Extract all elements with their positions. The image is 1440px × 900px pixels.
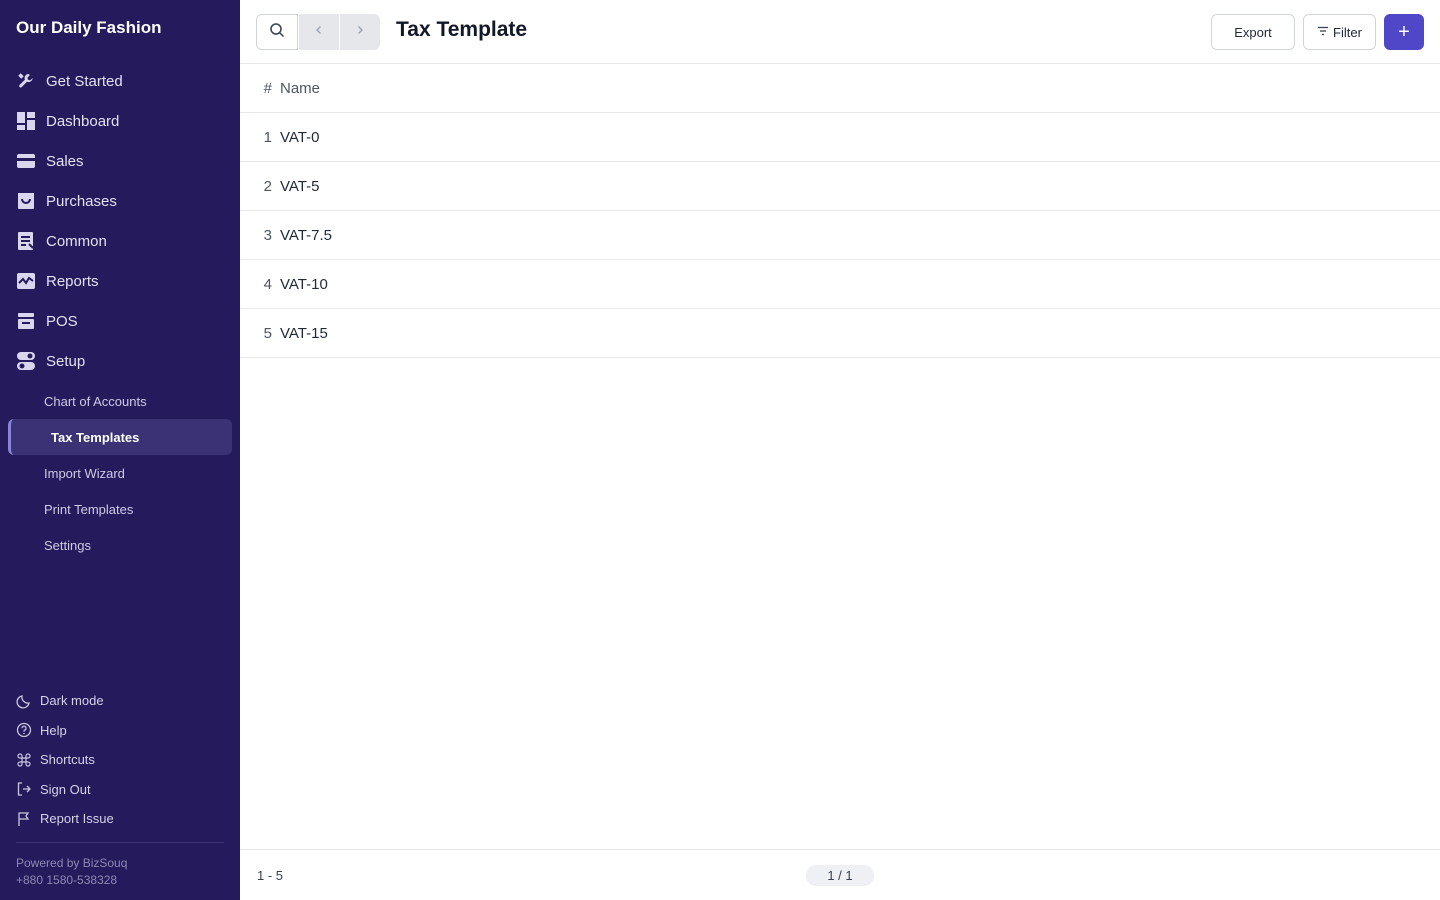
sign-out-label: Sign Out — [40, 781, 91, 797]
row-name: VAT-10 — [280, 275, 328, 293]
sidebar-item-label: Reports — [46, 272, 99, 290]
brand-name: Our Daily Fashion — [16, 18, 162, 37]
sign-out-icon — [16, 781, 32, 797]
table-footer: 1 - 5 1 / 1 — [240, 849, 1440, 900]
column-header-number: # — [263, 79, 272, 97]
help-circle-icon — [16, 722, 32, 738]
dashboard-icon — [16, 111, 36, 131]
powered-by-text: Powered by BizSouq — [16, 856, 128, 870]
back-button[interactable] — [299, 14, 339, 50]
purchases-icon — [16, 191, 36, 211]
sidebar-item-purchases[interactable]: Purchases — [0, 181, 240, 221]
record-count: 1 - 5 — [257, 868, 284, 883]
sidebar-item-get-started[interactable]: Get Started — [0, 61, 240, 101]
row-number: 1 — [263, 128, 272, 146]
sidebar-item-label: Get Started — [46, 72, 123, 90]
setup-toggle-icon — [16, 351, 36, 371]
row-name: VAT-0 — [280, 128, 320, 146]
sidebar-subitem-print-templates[interactable]: Print Templates — [0, 491, 240, 527]
sidebar-bottom-nav: Dark mode Help Shortcuts Sign Out Report… — [0, 686, 240, 834]
support-phone: +880 1580-538328 — [16, 873, 118, 887]
reports-icon — [16, 271, 36, 291]
report-issue-button[interactable]: Report Issue — [0, 804, 240, 834]
shortcuts-button[interactable]: Shortcuts — [0, 745, 240, 775]
chevron-right-icon — [354, 23, 366, 41]
row-name: VAT-15 — [280, 324, 328, 342]
tax-template-table: # Name 1 VAT-0 2 VAT-5 3 VAT-7.5 4 VAT-1… — [240, 64, 1440, 358]
sidebar-item-sales[interactable]: Sales — [0, 141, 240, 181]
row-number: 3 — [263, 226, 272, 244]
sidebar: Our Daily Fashion Get Started Dashboard … — [0, 0, 240, 900]
table-row[interactable]: 4 VAT-10 — [240, 260, 1440, 309]
shortcuts-label: Shortcuts — [40, 752, 95, 768]
sidebar-item-label: Purchases — [46, 192, 117, 210]
column-header-name: Name — [280, 79, 321, 97]
forward-button[interactable] — [340, 14, 380, 50]
sidebar-item-reports[interactable]: Reports — [0, 261, 240, 301]
search-button[interactable] — [256, 14, 298, 50]
sidebar-nav: Get Started Dashboard Sales Purchases Co… — [0, 61, 240, 563]
filter-icon — [1317, 25, 1333, 40]
help-button[interactable]: Help — [0, 716, 240, 746]
common-icon — [16, 231, 36, 251]
table-header-row: # Name — [240, 64, 1440, 113]
powered-by: Powered by BizSouq +880 1580-538328 — [16, 855, 127, 889]
page-header: Tax Template Export Filter + — [240, 0, 1440, 64]
sidebar-subitem-settings[interactable]: Settings — [0, 527, 240, 563]
wrench-icon — [16, 71, 36, 91]
command-icon — [16, 752, 32, 768]
sidebar-subitem-import-wizard[interactable]: Import Wizard — [0, 455, 240, 491]
moon-icon — [16, 693, 32, 709]
row-number: 5 — [263, 324, 272, 342]
row-name: VAT-7.5 — [280, 226, 332, 244]
table-row[interactable]: 5 VAT-15 — [240, 309, 1440, 358]
filter-button[interactable]: Filter — [1303, 14, 1376, 50]
table-row[interactable]: 3 VAT-7.5 — [240, 211, 1440, 260]
table-row[interactable]: 2 VAT-5 — [240, 162, 1440, 211]
filter-label: Filter — [1333, 24, 1362, 40]
sidebar-item-label: POS — [46, 312, 78, 330]
chevron-left-icon — [313, 23, 325, 41]
page-indicator[interactable]: 1 / 1 — [806, 865, 874, 886]
page-title: Tax Template — [396, 18, 528, 41]
help-label: Help — [40, 722, 67, 738]
sign-out-button[interactable]: Sign Out — [0, 775, 240, 805]
sidebar-item-label: Dashboard — [46, 112, 120, 130]
sidebar-item-common[interactable]: Common — [0, 221, 240, 261]
add-button[interactable]: + — [1384, 14, 1424, 50]
sidebar-item-dashboard[interactable]: Dashboard — [0, 101, 240, 141]
sidebar-item-label: Setup — [46, 352, 86, 370]
dark-mode-button[interactable]: Dark mode — [0, 686, 240, 716]
report-issue-label: Report Issue — [40, 811, 114, 827]
sales-icon — [16, 151, 36, 171]
dark-mode-label: Dark mode — [40, 693, 104, 709]
setup-submenu: Chart of Accounts Tax Templates Import W… — [0, 383, 240, 563]
sidebar-item-pos[interactable]: POS — [0, 301, 240, 341]
row-number: 2 — [263, 177, 272, 195]
flag-icon — [16, 811, 32, 827]
export-button[interactable]: Export — [1211, 14, 1295, 50]
search-icon — [269, 22, 285, 43]
sidebar-subitem-chart-of-accounts[interactable]: Chart of Accounts — [0, 383, 240, 419]
sidebar-divider — [16, 842, 224, 843]
pos-icon — [16, 311, 36, 331]
table-row[interactable]: 1 VAT-0 — [240, 113, 1440, 162]
sidebar-item-label: Common — [46, 232, 107, 250]
sidebar-item-label: Sales — [46, 152, 84, 170]
row-number: 4 — [263, 275, 272, 293]
row-name: VAT-5 — [280, 177, 320, 195]
sidebar-subitem-tax-templates[interactable]: Tax Templates — [8, 419, 232, 455]
sidebar-item-setup[interactable]: Setup — [0, 341, 240, 381]
